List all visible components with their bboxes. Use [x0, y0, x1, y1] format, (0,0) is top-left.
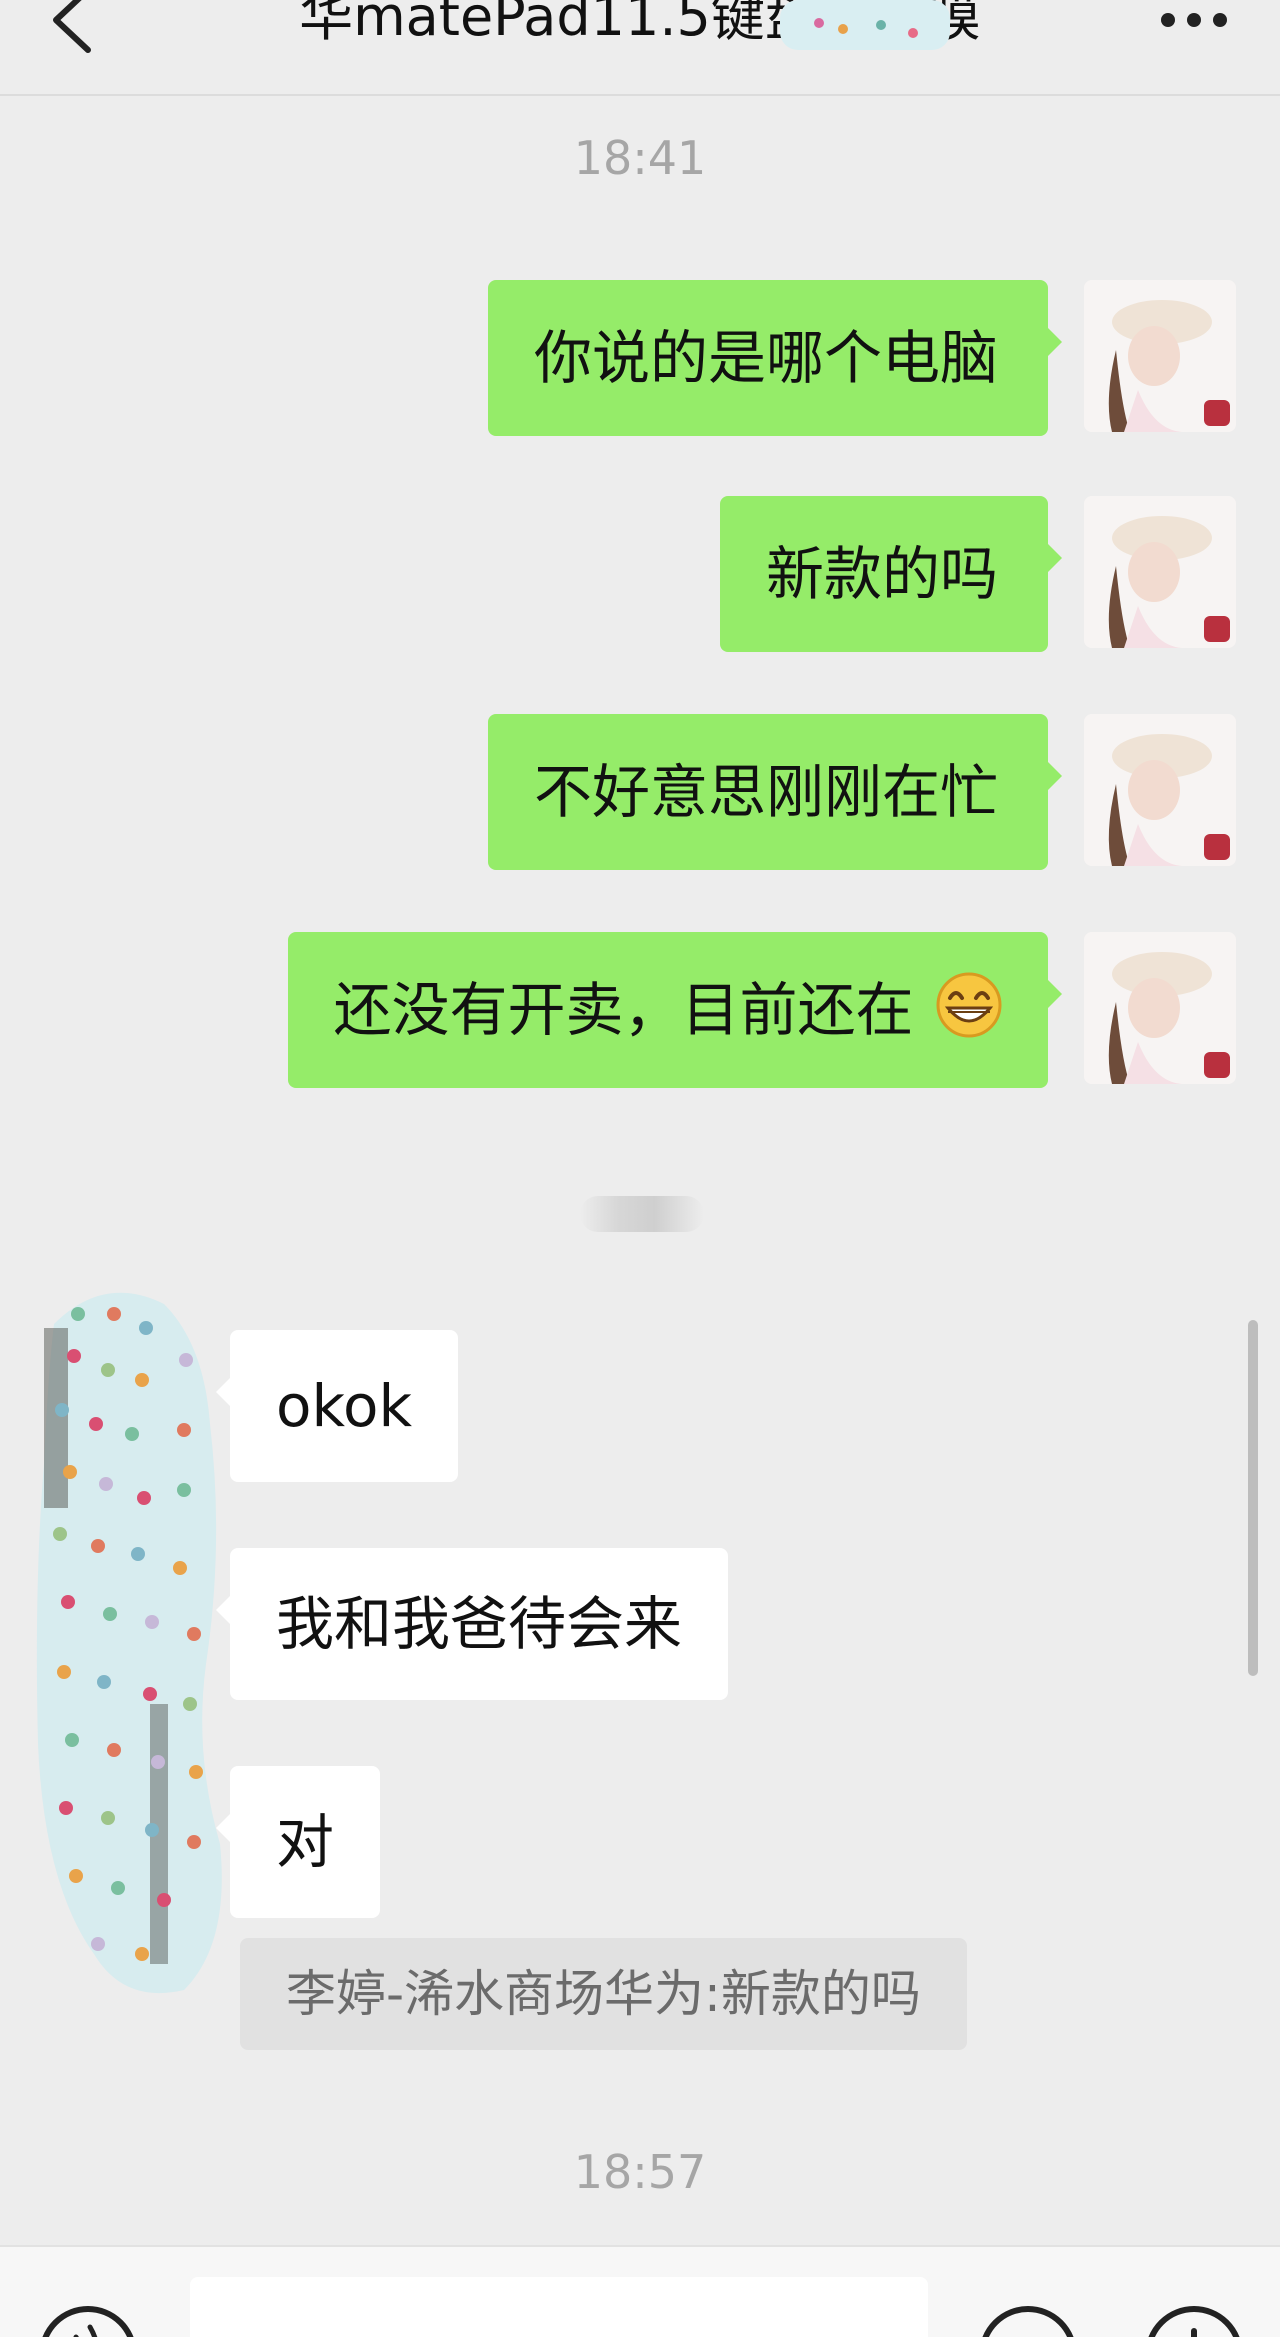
avatar[interactable] [1084, 496, 1236, 648]
sent-message-row: 你说的是哪个电脑 [487, 280, 1236, 436]
received-message-bubble[interactable]: 我和我爸待会来 [215, 1548, 729, 1700]
plus-button[interactable] [1142, 2303, 1246, 2337]
timestamp: 18:57 [573, 2145, 707, 2199]
redacted-avatar [34, 1284, 230, 1996]
sent-message-row: 还没有开卖，目前还在 [287, 932, 1236, 1088]
sent-message-bubble[interactable]: 新款的吗 [719, 496, 1063, 652]
sent-message-row: 新款的吗 [719, 496, 1236, 652]
avatar[interactable] [1084, 714, 1236, 866]
redaction-pattern-icon [36, 1292, 222, 1994]
message-text: 对 [276, 1808, 335, 1876]
received-message-row: okok [215, 1330, 459, 1482]
voice-button[interactable] [36, 2303, 140, 2337]
quoted-reply[interactable]: 李婷-浠水商场华为:新款的吗 [240, 1938, 967, 2050]
received-message-bubble[interactable]: okok [215, 1330, 459, 1482]
chat-header: 华matePad11.5键盘保护膜 [0, 0, 1280, 96]
user-avatar-icon [1084, 932, 1236, 1084]
message-text: okok [276, 1372, 413, 1440]
grin-emoji-icon [936, 972, 1002, 1038]
emoji-icon [982, 2306, 1074, 2337]
message-text: 我和我爸待会来 [276, 1590, 683, 1658]
more-dots-icon [1161, 13, 1227, 27]
message-text: 不好意思刚刚在忙 [533, 758, 998, 826]
message-text: 还没有开卖，目前还在 [333, 976, 914, 1044]
message-input[interactable] [190, 2277, 928, 2337]
received-message-bubble[interactable]: 对 [215, 1766, 381, 1918]
blurred-system-text [580, 1196, 704, 1232]
message-text: 你说的是哪个电脑 [533, 324, 998, 392]
user-avatar-icon [1084, 280, 1236, 432]
timestamp: 18:41 [573, 131, 707, 185]
more-button[interactable] [1150, 0, 1240, 44]
redacted-title-fragment [780, 0, 950, 50]
chevron-left-icon [53, 0, 91, 53]
plus-icon [1148, 2306, 1240, 2337]
sent-message-bubble[interactable]: 不好意思刚刚在忙 [487, 714, 1063, 870]
sent-message-bubble[interactable]: 还没有开卖，目前还在 [287, 932, 1063, 1088]
input-bar [0, 2245, 1280, 2337]
user-avatar-icon [1084, 496, 1236, 648]
user-avatar-icon [1084, 714, 1236, 866]
sent-message-bubble[interactable]: 你说的是哪个电脑 [487, 280, 1063, 436]
received-message-row: 对 [215, 1766, 381, 1918]
sent-message-row: 不好意思刚刚在忙 [487, 714, 1236, 870]
received-message-row: 我和我爸待会来 [215, 1548, 729, 1700]
avatar[interactable] [1084, 280, 1236, 432]
emoji-button[interactable] [976, 2303, 1080, 2337]
message-text: 新款的吗 [765, 540, 998, 608]
back-button[interactable] [36, 0, 116, 60]
voice-icon [42, 2306, 134, 2337]
avatar[interactable] [1084, 932, 1236, 1084]
scrollbar[interactable] [1248, 1320, 1258, 1676]
